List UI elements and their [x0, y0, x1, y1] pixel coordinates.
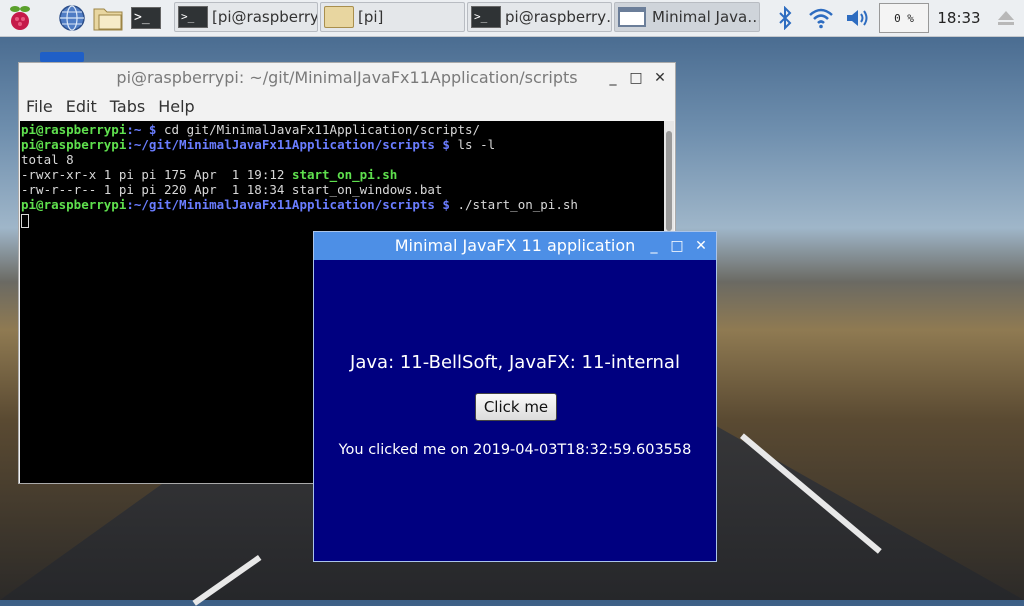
cpu-usage-monitor[interactable]: 0 %	[879, 3, 929, 33]
prompt-path: :~/git/MinimalJavaFx11Application/script…	[126, 137, 450, 152]
terminal-icon: >_	[178, 6, 208, 28]
task-label: pi@raspberry…	[505, 8, 612, 26]
close-button[interactable]: ✕	[691, 232, 711, 260]
taskbar-task-file-manager[interactable]: [pi]	[320, 2, 465, 32]
minimize-button[interactable]: _	[603, 63, 623, 93]
task-label: [pi]	[358, 8, 384, 26]
output-line: -rwxr-xr-x 1 pi pi 175 Apr 1 19:12	[21, 167, 292, 182]
trash-desktop-icon[interactable]	[40, 52, 84, 62]
cpu-usage-label: 0 %	[894, 11, 914, 25]
terminal-icon[interactable]: >_	[131, 3, 161, 33]
output-line: total 8	[21, 152, 74, 167]
task-label: Minimal Java…	[652, 8, 760, 26]
terminal-window-title: pi@raspberrypi: ~/git/MinimalJavaFx11App…	[116, 68, 578, 87]
prompt-path: :~/git/MinimalJavaFx11Application/script…	[126, 197, 450, 212]
maximize-button[interactable]: □	[667, 232, 687, 260]
java-version-label: Java: 11-BellSoft, JavaFX: 11-internal	[350, 352, 680, 373]
output-line: -rw-r--r-- 1 pi pi 220 Apr 1 18:34 start…	[21, 182, 443, 197]
click-me-button[interactable]: Click me	[475, 393, 557, 421]
menu-help[interactable]: Help	[158, 97, 194, 116]
close-button[interactable]: ✕	[650, 63, 670, 93]
command-text: ./start_on_pi.sh	[449, 197, 578, 212]
menu-edit[interactable]: Edit	[66, 97, 97, 116]
folder-icon	[324, 6, 354, 28]
web-browser-icon[interactable]	[57, 3, 87, 33]
prompt-path: :~ $	[126, 122, 157, 137]
bluetooth-icon[interactable]	[772, 0, 798, 36]
prompt-user: pi@raspberrypi	[21, 122, 127, 137]
prompt-user: pi@raspberrypi	[21, 197, 127, 212]
task-label: [pi@raspberry…	[212, 8, 317, 26]
wifi-icon[interactable]	[806, 0, 836, 36]
command-text: cd git/MinimalJavaFx11Application/script…	[156, 122, 481, 137]
volume-icon[interactable]	[843, 0, 873, 36]
taskbar-task-terminal-2[interactable]: >_ pi@raspberry…	[467, 2, 612, 32]
taskbar-task-terminal-1[interactable]: >_ [pi@raspberry…	[174, 2, 318, 32]
file-manager-icon[interactable]	[93, 3, 123, 33]
executable-file-name: start_on_pi.sh	[291, 167, 398, 182]
prompt-user: pi@raspberrypi	[21, 137, 127, 152]
command-text: ls -l	[449, 137, 496, 152]
javafx-window: Minimal JavaFX 11 application _ □ ✕ Java…	[313, 231, 717, 562]
eject-icon[interactable]	[992, 0, 1020, 36]
menu-tabs[interactable]: Tabs	[110, 97, 145, 116]
menu-file[interactable]: File	[26, 97, 53, 116]
taskbar-task-javafx-app[interactable]: Minimal Java…	[614, 2, 760, 32]
maximize-button[interactable]: □	[626, 63, 646, 93]
terminal-icon: >_	[471, 6, 501, 28]
javafx-window-title: Minimal JavaFX 11 application	[394, 236, 636, 255]
terminal-titlebar[interactable]: pi@raspberrypi: ~/git/MinimalJavaFx11App…	[19, 63, 675, 93]
minimize-button[interactable]: _	[644, 232, 664, 260]
clicked-timestamp-label: You clicked me on 2019-04-03T18:32:59.60…	[338, 442, 692, 458]
window-icon	[618, 6, 648, 28]
scrollbar-thumb[interactable]	[666, 131, 672, 231]
taskbar: >_ >_ [pi@raspberry… [pi] >_ pi@raspberr…	[0, 0, 1024, 37]
clock[interactable]: 18:33	[934, 0, 984, 36]
terminal-menubar: File Edit Tabs Help	[19, 93, 675, 119]
javafx-titlebar[interactable]: Minimal JavaFX 11 application _ □ ✕	[314, 232, 716, 260]
raspberry-menu-icon[interactable]	[5, 3, 35, 33]
terminal-cursor	[21, 213, 29, 228]
